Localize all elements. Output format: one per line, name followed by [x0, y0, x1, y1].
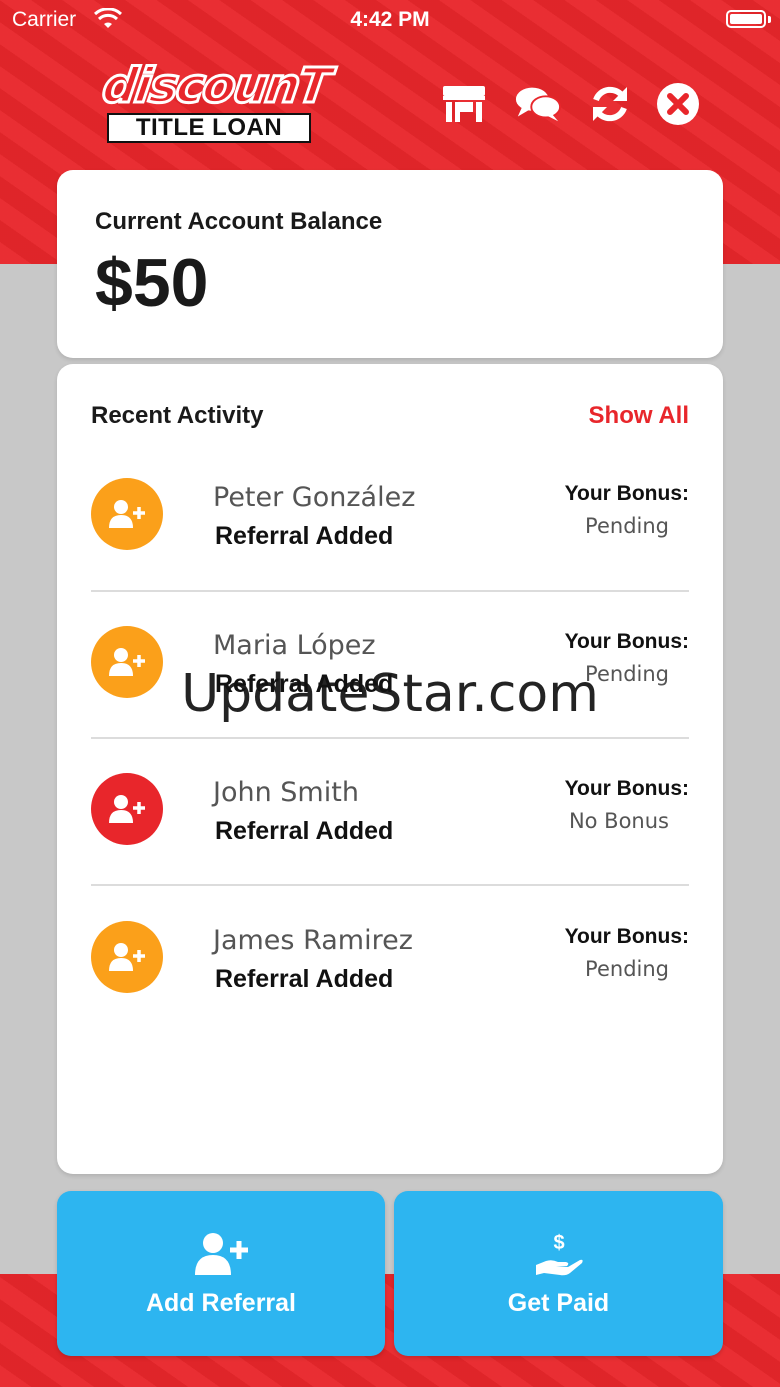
- refresh-icon[interactable]: [586, 80, 634, 128]
- bonus-value: Pending: [585, 662, 669, 686]
- referral-name: James Ramirez: [213, 925, 413, 956]
- bonus-label: Your Bonus:: [564, 482, 689, 505]
- balance-value: $50: [95, 245, 209, 321]
- add-user-icon: [91, 773, 163, 845]
- chat-icon[interactable]: [514, 80, 562, 128]
- add-referral-label: Add Referral: [145, 1289, 297, 1317]
- header-actions: [440, 80, 702, 128]
- brand-logo: discounT TITLE LOAN: [98, 57, 339, 144]
- recent-activity-card: Recent Activity Show All Peter González …: [57, 364, 723, 1174]
- activity-row[interactable]: Peter González Referral Added Your Bonus…: [91, 438, 689, 585]
- logo-script: discounT: [98, 57, 335, 116]
- activity-title: Recent Activity: [91, 402, 264, 429]
- battery-tip: [768, 16, 771, 23]
- bonus-value: No Bonus: [568, 809, 669, 833]
- status-bar: Carrier 4:42 PM: [0, 0, 780, 40]
- add-user-icon: [91, 478, 163, 550]
- referral-status: Referral Added: [215, 965, 394, 993]
- activity-row[interactable]: Maria López Referral Added Your Bonus: P…: [91, 586, 689, 733]
- show-all-link[interactable]: Show All: [589, 402, 689, 430]
- referral-status: Referral Added: [215, 522, 394, 550]
- get-paid-label: Get Paid: [507, 1289, 610, 1317]
- money-hand-icon: $: [394, 1231, 723, 1279]
- add-user-icon: [57, 1231, 385, 1277]
- add-user-icon: [91, 921, 163, 993]
- balance-card: Current Account Balance $50: [57, 170, 723, 358]
- battery-icon: [726, 10, 766, 28]
- get-paid-button[interactable]: $ Get Paid: [394, 1191, 723, 1356]
- add-user-icon: [91, 626, 163, 698]
- store-icon[interactable]: [440, 80, 488, 128]
- logo-box: TITLE LOAN: [107, 113, 311, 143]
- referral-name: John Smith: [213, 777, 359, 808]
- bonus-label: Your Bonus:: [564, 925, 689, 948]
- bonus-value: Pending: [585, 957, 669, 981]
- bonus-label: Your Bonus:: [564, 777, 689, 800]
- activity-row[interactable]: John Smith Referral Added Your Bonus: No…: [91, 733, 689, 880]
- referral-status: Referral Added: [215, 817, 394, 845]
- activity-row[interactable]: James Ramirez Referral Added Your Bonus:…: [91, 881, 689, 1028]
- referral-name: Maria López: [213, 630, 376, 661]
- bonus-label: Your Bonus:: [564, 630, 689, 653]
- close-icon[interactable]: [654, 80, 702, 128]
- balance-label: Current Account Balance: [95, 208, 383, 235]
- logo-subtitle: TITLE LOAN: [135, 114, 283, 141]
- bonus-value: Pending: [585, 514, 669, 538]
- clock: 4:42 PM: [350, 8, 430, 31]
- add-referral-button[interactable]: Add Referral: [57, 1191, 385, 1356]
- referral-status: Referral Added: [215, 670, 394, 698]
- referral-name: Peter González: [213, 482, 416, 513]
- svg-text:$: $: [553, 1232, 564, 1254]
